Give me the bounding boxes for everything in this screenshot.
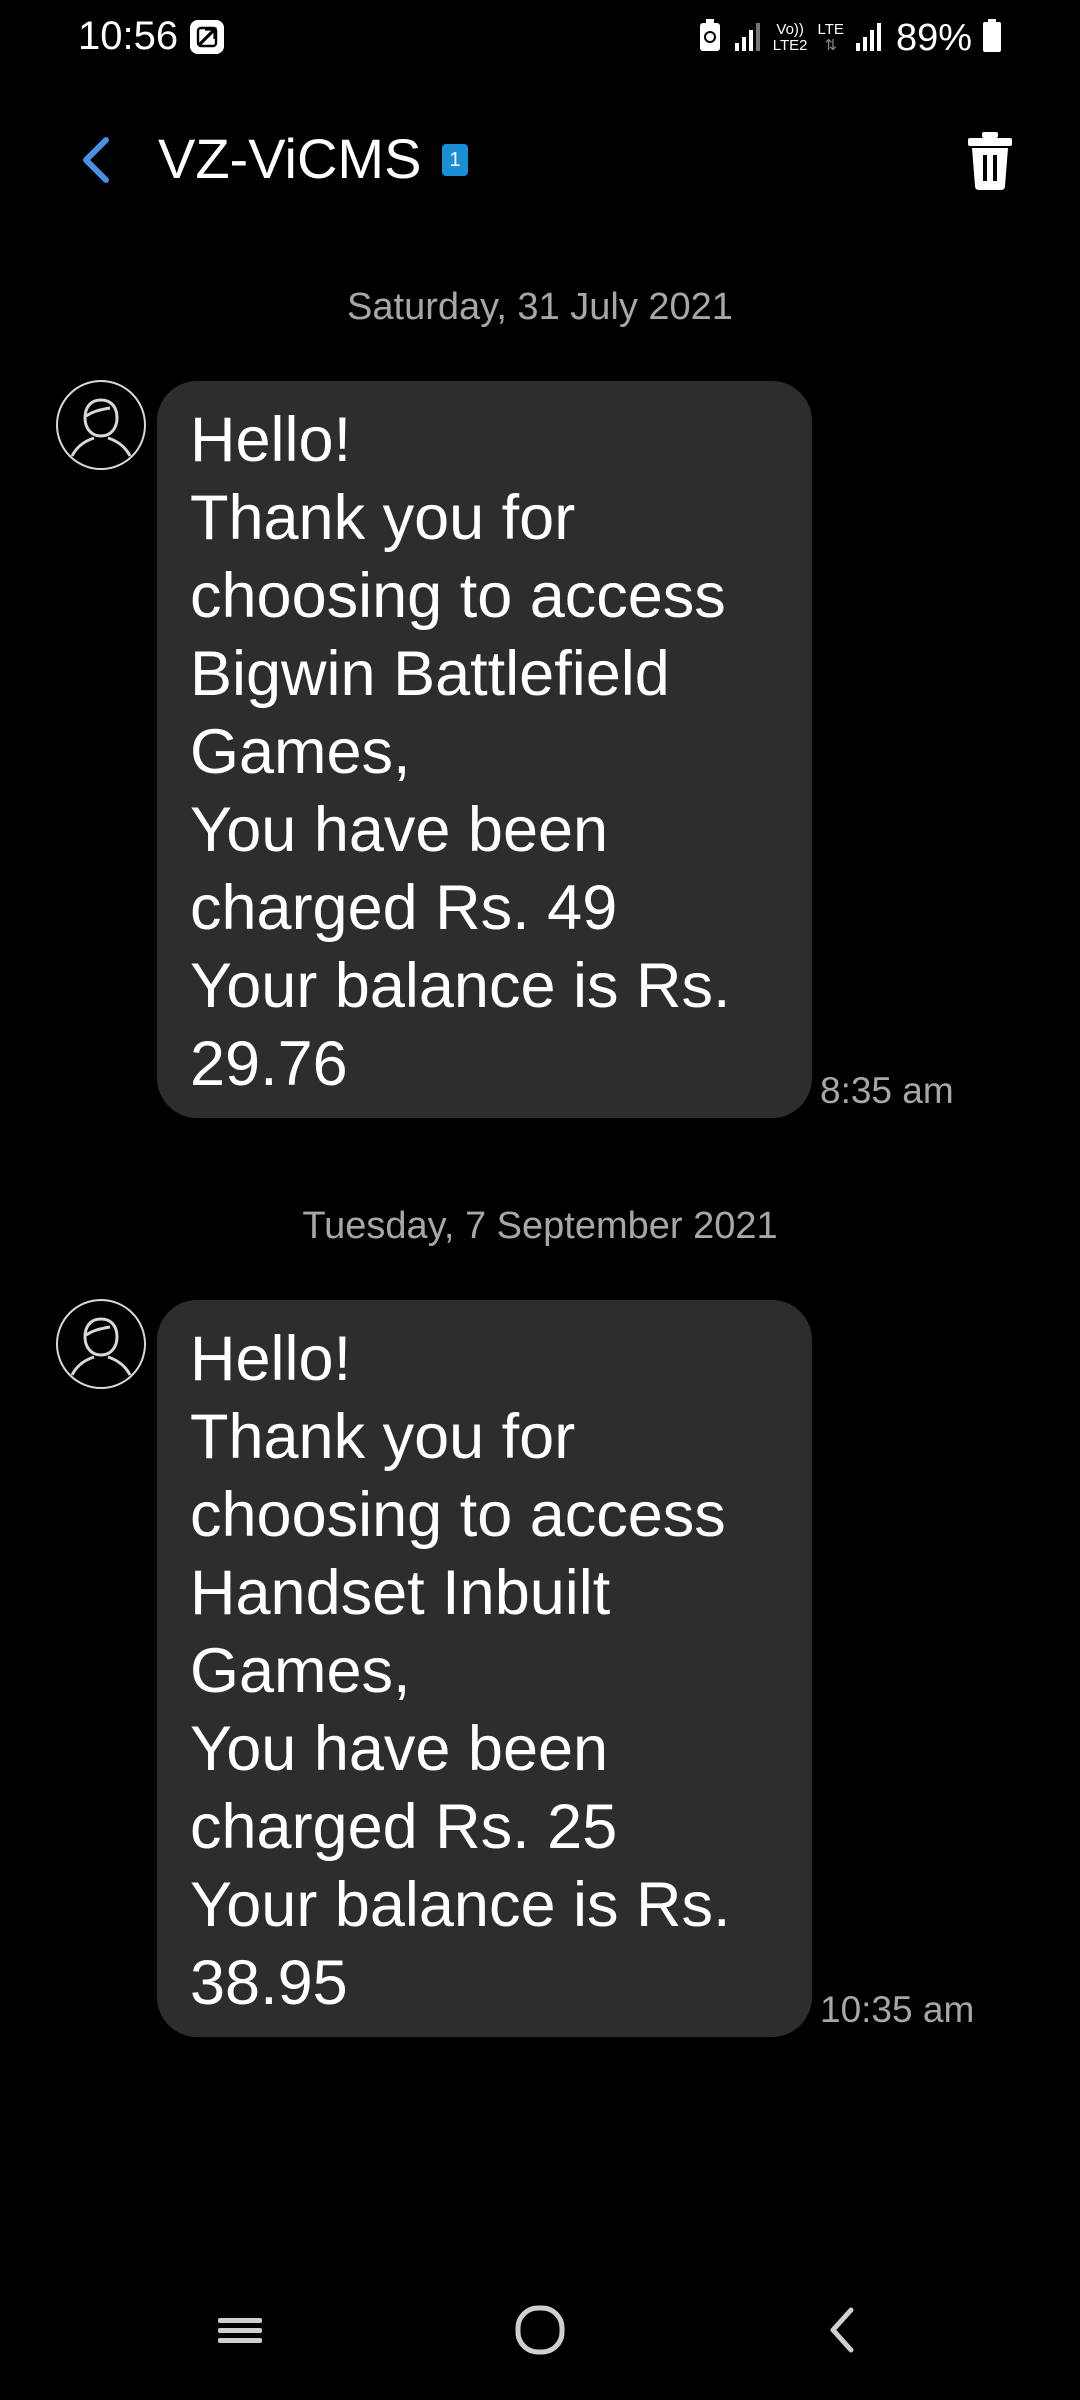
signal-2-icon [854,19,884,58]
recents-button[interactable] [200,2290,280,2370]
back-icon [830,2307,854,2353]
signal-icon [733,19,763,58]
recents-icon [218,2318,262,2343]
screen: 10:56 Vo)) LTE2 LTE ⇅ 89% VZ-ViCMS 1 Sat… [0,0,1080,2400]
message-text: Hello! Thank you for choosing to access … [190,1324,731,2018]
data-arrows: ⇅ [824,37,838,54]
home-icon [515,2305,565,2355]
date-separator: Tuesday, 7 September 2021 [302,1205,778,1247]
battery-saver-icon [697,18,723,58]
battery-icon [982,18,1002,58]
nav-back-button[interactable] [805,2290,885,2370]
navigation-bar [0,2280,1080,2380]
message-text: Hello! Thank you for choosing to access … [190,405,731,1099]
battery-percent: 89% [895,16,972,59]
volte-icon: Vo)) LTE2 [773,22,808,54]
message-time: 8:35 am [820,1070,954,1111]
status-icons: Vo)) LTE2 LTE ⇅ 89% [687,14,1002,62]
person-icon [70,1317,132,1376]
message-time: 10:35 am [820,1989,975,2030]
trash-icon [968,132,1012,190]
chevron-left-icon [83,137,109,183]
conversation-header: VZ-ViCMS 1 [0,110,1080,210]
home-button[interactable] [500,2290,580,2370]
lte-icon: LTE ⇅ [818,22,844,54]
sender-avatar[interactable] [56,1299,146,1389]
status-bar: 10:56 Vo)) LTE2 LTE ⇅ 89% [0,0,1080,80]
lte2-label: LTE2 [772,37,808,54]
sim-badge: 1 [442,144,468,176]
lte-label: LTE [817,21,844,38]
date-separator: Saturday, 31 July 2021 [347,286,733,328]
volte-label: Vo)) [776,21,804,38]
person-icon [70,398,132,457]
message-bubble[interactable]: Hello! Thank you for choosing to access … [157,1300,812,2037]
notification-app-icon [190,20,224,54]
status-time: 10:56 [78,14,179,58]
delete-button[interactable] [960,128,1020,192]
message-bubble[interactable]: Hello! Thank you for choosing to access … [157,381,812,1118]
sender-avatar[interactable] [56,380,146,470]
conversation-title: VZ-ViCMS [158,127,422,190]
back-button[interactable] [70,130,126,190]
